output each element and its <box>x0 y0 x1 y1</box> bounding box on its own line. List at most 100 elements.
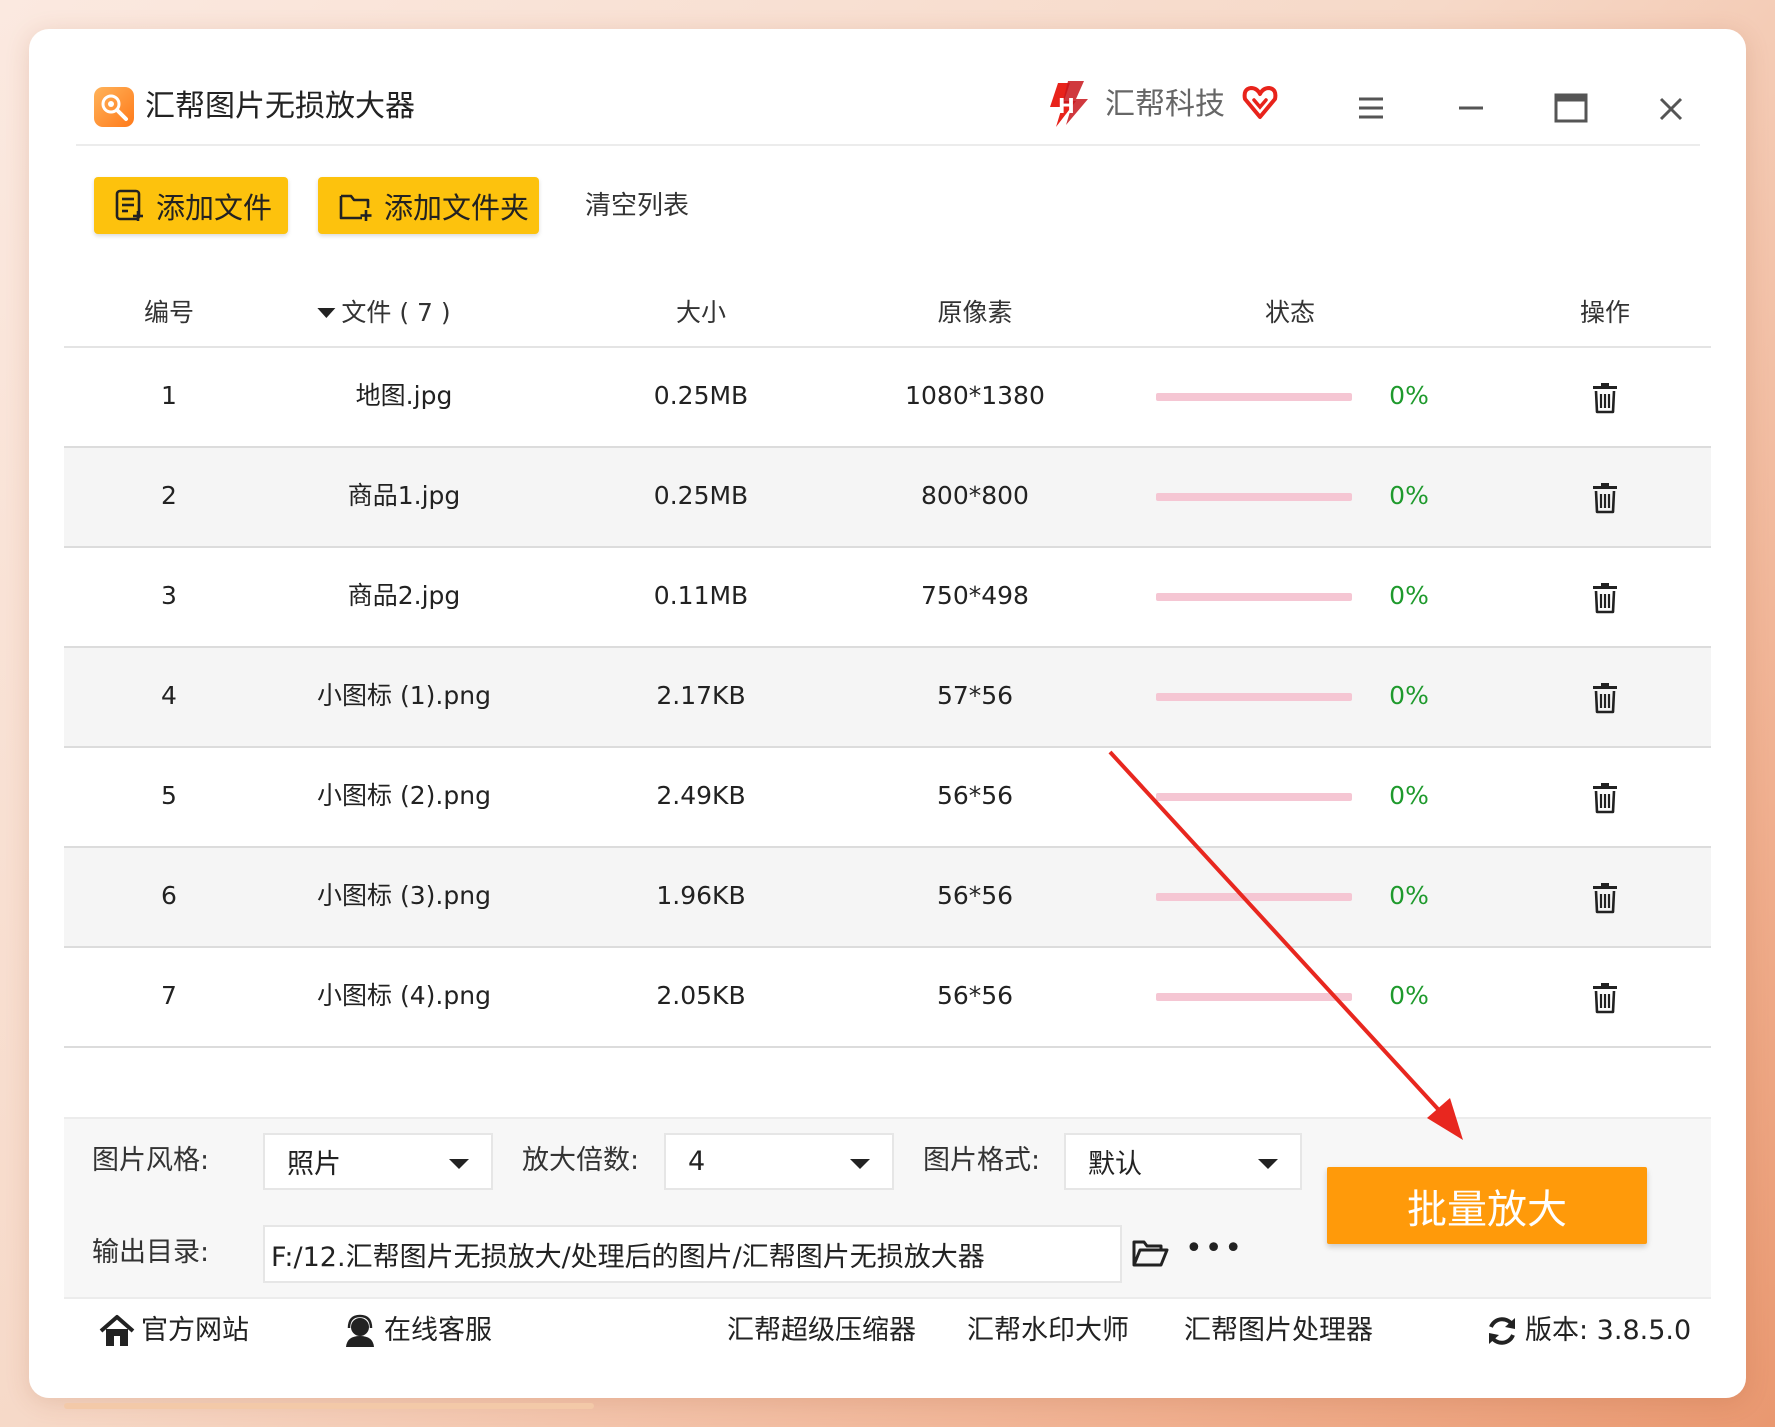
progress-percent: 0% <box>1389 781 1429 810</box>
customer-service-icon <box>346 1314 374 1347</box>
table-row[interactable]: 3 商品2.jpg 0.11MB 750*498 0% <box>64 548 1711 648</box>
title-bar: 汇帮图片无损放大器 H 汇帮科技 <box>29 29 1746 146</box>
official-website-label: 官方网站 <box>141 1315 249 1346</box>
progress-percent: 0% <box>1389 581 1429 610</box>
table-row[interactable]: 2 商品1.jpg 0.25MB 800*800 0% <box>64 448 1711 548</box>
row-file-size: 2.49KB <box>656 781 746 810</box>
app-logo-icon <box>94 87 134 127</box>
row-index: 6 <box>161 881 177 910</box>
row-file-size: 2.17KB <box>656 681 746 710</box>
chevron-down-icon <box>850 1159 870 1169</box>
official-website-link[interactable]: 官方网站 <box>99 1313 249 1349</box>
add-folder-button[interactable]: 添加文件夹 <box>318 177 539 234</box>
output-label: 输出目录: <box>92 1237 210 1268</box>
progress-bar <box>1156 493 1352 501</box>
style-select[interactable]: 照片 <box>263 1133 493 1190</box>
more-options-button[interactable]: ••• <box>1185 1231 1244 1267</box>
row-file-name: 商品1.jpg <box>347 481 461 510</box>
header-pixels: 原像素 <box>937 298 1013 327</box>
add-file-label: 添加文件 <box>156 190 273 225</box>
row-pixels: 1080*1380 <box>905 381 1045 410</box>
progress-bar <box>1156 793 1352 801</box>
row-file-size: 1.96KB <box>656 881 746 910</box>
add-folder-icon <box>339 194 372 221</box>
trash-icon[interactable] <box>1590 682 1620 714</box>
scale-value: 4 <box>688 1146 706 1177</box>
version-info: 版本: 3.8.5.0 <box>1485 1313 1691 1349</box>
row-pixels: 800*800 <box>921 481 1029 510</box>
table-row[interactable]: 5 小图标 (2).png 2.49KB 56*56 0% <box>64 748 1711 848</box>
table-row[interactable]: 6 小图标 (3).png 1.96KB 56*56 0% <box>64 848 1711 948</box>
app-title: 汇帮图片无损放大器 <box>145 89 415 124</box>
row-index: 4 <box>161 681 177 710</box>
header-file[interactable]: 文件 ( 7 ) <box>317 296 451 330</box>
format-select[interactable]: 默认 <box>1064 1133 1302 1190</box>
progress-percent: 0% <box>1389 681 1429 710</box>
row-index: 5 <box>161 781 177 810</box>
progress-percent: 0% <box>1389 481 1429 510</box>
close-icon[interactable] <box>1651 89 1691 129</box>
refresh-icon[interactable] <box>1485 1314 1519 1348</box>
header-file-label: 文件 ( 7 ) <box>341 298 451 327</box>
progress-percent: 0% <box>1389 381 1429 410</box>
maximize-icon[interactable] <box>1551 89 1591 129</box>
scale-select[interactable]: 4 <box>664 1133 894 1190</box>
compressor-link[interactable]: 汇帮超级压缩器 <box>727 1313 916 1349</box>
header-action: 操作 <box>1579 298 1631 327</box>
file-table-body: 1 地图.jpg 0.25MB 1080*1380 0% 2 商品1.jpg 0… <box>64 348 1711 1048</box>
row-file-name: 小图标 (1).png <box>317 681 491 710</box>
clear-list-button[interactable]: 清空列表 <box>585 189 689 223</box>
row-file-size: 2.05KB <box>656 981 746 1010</box>
brand-logo-icon: H <box>1050 81 1088 127</box>
progress-bar <box>1156 593 1352 601</box>
row-pixels: 57*56 <box>936 681 1014 710</box>
row-file-name: 小图标 (3).png <box>317 881 491 910</box>
chevron-down-icon <box>449 1159 469 1169</box>
progress-bar <box>1156 693 1352 701</box>
row-index: 3 <box>161 581 177 610</box>
trash-icon[interactable] <box>1590 382 1620 414</box>
footer: 官方网站 在线客服 汇帮超级压缩器 汇帮水印大师 汇帮图片处理器 版本: 3.8… <box>64 1297 1711 1367</box>
folder-open-icon[interactable] <box>1131 1237 1169 1269</box>
row-file-name: 地图.jpg <box>355 381 453 410</box>
menu-icon[interactable] <box>1351 89 1391 129</box>
row-pixels: 56*56 <box>936 981 1014 1010</box>
row-index: 2 <box>161 481 177 510</box>
processor-link[interactable]: 汇帮图片处理器 <box>1184 1313 1373 1349</box>
heart-icon[interactable] <box>1241 83 1279 121</box>
batch-enlarge-button[interactable]: 批量放大 <box>1327 1167 1647 1244</box>
row-index: 1 <box>161 381 177 410</box>
scale-label: 放大倍数: <box>522 1145 640 1176</box>
style-value: 照片 <box>287 1149 341 1180</box>
trash-icon[interactable] <box>1590 982 1620 1014</box>
minimize-icon[interactable] <box>1451 89 1491 129</box>
output-path-input[interactable] <box>263 1225 1122 1283</box>
table-row[interactable]: 4 小图标 (1).png 2.17KB 57*56 0% <box>64 648 1711 748</box>
file-table-header: 编号 文件 ( 7 ) 大小 原像素 状态 操作 <box>64 284 1711 348</box>
trash-icon[interactable] <box>1590 482 1620 514</box>
app-window: 汇帮图片无损放大器 H 汇帮科技 添加文件 添加文件夹 清空列表 编号 文件 (… <box>29 29 1746 1398</box>
progress-bar <box>1156 893 1352 901</box>
progress-bar <box>1156 993 1352 1001</box>
trash-icon[interactable] <box>1590 582 1620 614</box>
title-divider <box>76 144 1700 146</box>
trash-icon[interactable] <box>1590 882 1620 914</box>
version-label: 版本: 3.8.5.0 <box>1525 1315 1692 1346</box>
row-file-size: 0.25MB <box>653 381 749 410</box>
progress-bar <box>1156 393 1352 401</box>
table-row[interactable]: 7 小图标 (4).png 2.05KB 56*56 0% <box>64 948 1711 1048</box>
progress-percent: 0% <box>1389 881 1429 910</box>
row-pixels: 56*56 <box>936 881 1014 910</box>
svg-text:H: H <box>1058 94 1075 118</box>
decorative-strip <box>64 1403 594 1409</box>
progress-percent: 0% <box>1389 981 1429 1010</box>
table-row[interactable]: 1 地图.jpg 0.25MB 1080*1380 0% <box>64 348 1711 448</box>
online-support-link[interactable]: 在线客服 <box>342 1313 492 1349</box>
online-support-label: 在线客服 <box>384 1315 492 1346</box>
chevron-down-icon <box>1258 1159 1278 1169</box>
trash-icon[interactable] <box>1590 782 1620 814</box>
row-index: 7 <box>161 981 177 1010</box>
style-label: 图片风格: <box>92 1145 210 1176</box>
add-file-button[interactable]: 添加文件 <box>94 177 288 234</box>
watermark-link[interactable]: 汇帮水印大师 <box>967 1313 1129 1349</box>
